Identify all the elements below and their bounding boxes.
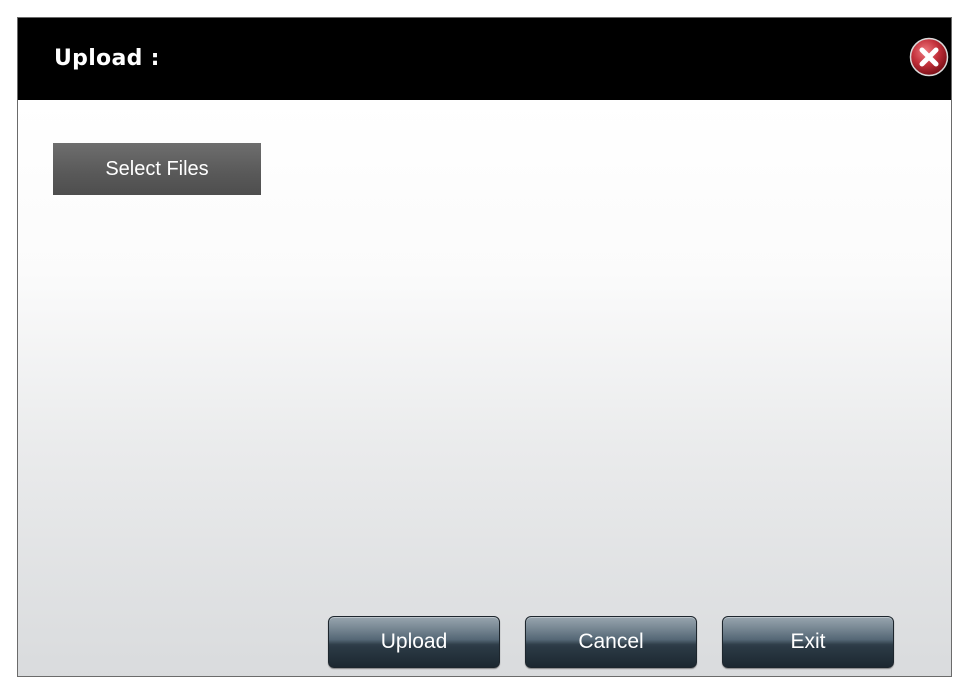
dialog-body: Select Files Upload Cancel Exit	[18, 100, 951, 676]
cancel-button[interactable]: Cancel	[525, 616, 697, 668]
dialog-title: Upload :	[54, 46, 160, 71]
close-x-icon	[909, 37, 949, 77]
select-files-button[interactable]: Select Files	[53, 143, 261, 195]
dialog-title-bar: Upload :	[18, 18, 951, 100]
close-button[interactable]	[909, 37, 949, 77]
upload-button[interactable]: Upload	[328, 616, 500, 668]
upload-dialog: Upload : Select Files Upload Cancel Exit	[17, 17, 952, 677]
exit-button[interactable]: Exit	[722, 616, 894, 668]
